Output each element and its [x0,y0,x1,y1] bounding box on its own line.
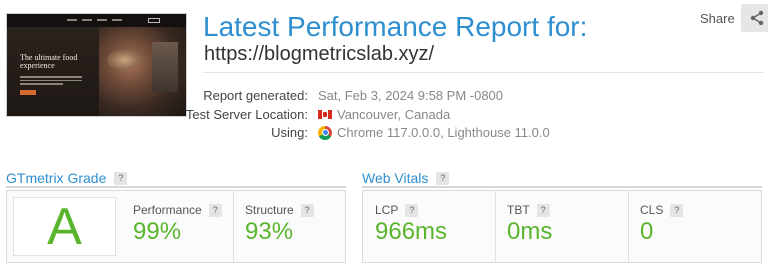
thumbnail-headline: The ultimate food experience [20,53,78,70]
server-location-label: Test Server Location: [185,107,308,122]
gtmetrix-grade-panel: A Performance ? 99% Structure ? 93% [6,190,346,263]
share-control[interactable]: Share [700,4,768,32]
tbt-label: TBT ? [507,203,550,217]
vitals-divider-2 [628,191,629,262]
report-generated-value: Sat, Feb 3, 2024 9:58 PM -0800 [318,88,504,103]
share-label: Share [700,10,735,26]
share-button[interactable] [740,4,768,32]
report-title: Latest Performance Report for: [203,11,588,42]
lcp-value: 966ms [375,218,448,245]
web-vitals-section-rule [362,186,762,188]
thumbnail-cta-button [20,90,36,95]
gtmetrix-section-rule [6,186,346,188]
using-value: Chrome 117.0.0.0, Lighthouse 11.0.0 [318,125,550,140]
using-label: Using: [271,125,308,140]
structure-label: Structure ? [245,203,314,217]
meta-report-generated: Report generated: Sat, Feb 3, 2024 9:58 … [160,88,760,108]
meta-using: Using: Chrome 117.0.0.0, Lighthouse 11.0… [160,125,760,145]
thumbnail-navbar [7,14,186,27]
structure-value: 93% [245,218,294,245]
chrome-icon [318,125,332,140]
grade-badge: A [13,197,116,256]
cls-label: CLS ? [640,203,684,217]
thumbnail-nav-button [148,18,160,23]
gtmetrix-divider [233,191,234,262]
cls-value: 0 [640,218,654,245]
performance-label: Performance ? [133,203,222,217]
web-vitals-title: Web Vitals ? [362,170,450,186]
report-generated-label: Report generated: [203,88,308,103]
tbt-cell: TBT ? 0ms [497,191,627,262]
title-divider [203,72,764,73]
meta-server-location: Test Server Location: Vancouver, Canada [160,107,760,127]
report-url[interactable]: https://blogmetricslab.xyz/ [204,43,434,66]
gtmetrix-grade-title: GTmetrix Grade ? [6,170,128,186]
thumbnail-subtext [20,76,82,87]
performance-help-icon[interactable]: ? [208,203,222,217]
cls-cell: CLS ? 0 [630,191,760,262]
share-icon [750,10,763,26]
web-vitals-help-icon[interactable]: ? [436,171,450,185]
tbt-help-icon[interactable]: ? [536,203,550,217]
web-vitals-panel: LCP ? 966ms TBT ? 0ms CLS ? 0 [362,190,762,263]
structure-help-icon[interactable]: ? [300,203,314,217]
lcp-help-icon[interactable]: ? [405,203,419,217]
vitals-divider-1 [495,191,496,262]
canada-flag-icon [318,110,332,119]
performance-cell: Performance ? 99% [123,191,233,262]
thumbnail-lamp [107,50,141,70]
lcp-cell: LCP ? 966ms [365,191,495,262]
performance-value: 99% [133,218,182,245]
server-location-value: Vancouver, Canada [318,107,450,122]
thumbnail-hero-left [7,27,99,116]
gtmetrix-grade-help-icon[interactable]: ? [114,171,128,185]
thumbnail-nav-links [67,19,122,21]
lcp-label: LCP ? [375,203,419,217]
structure-cell: Structure ? 93% [235,191,345,262]
cls-help-icon[interactable]: ? [670,203,684,217]
thumbnail-photo [152,42,178,92]
tbt-value: 0ms [507,218,553,245]
grade-letter: A [47,197,82,256]
